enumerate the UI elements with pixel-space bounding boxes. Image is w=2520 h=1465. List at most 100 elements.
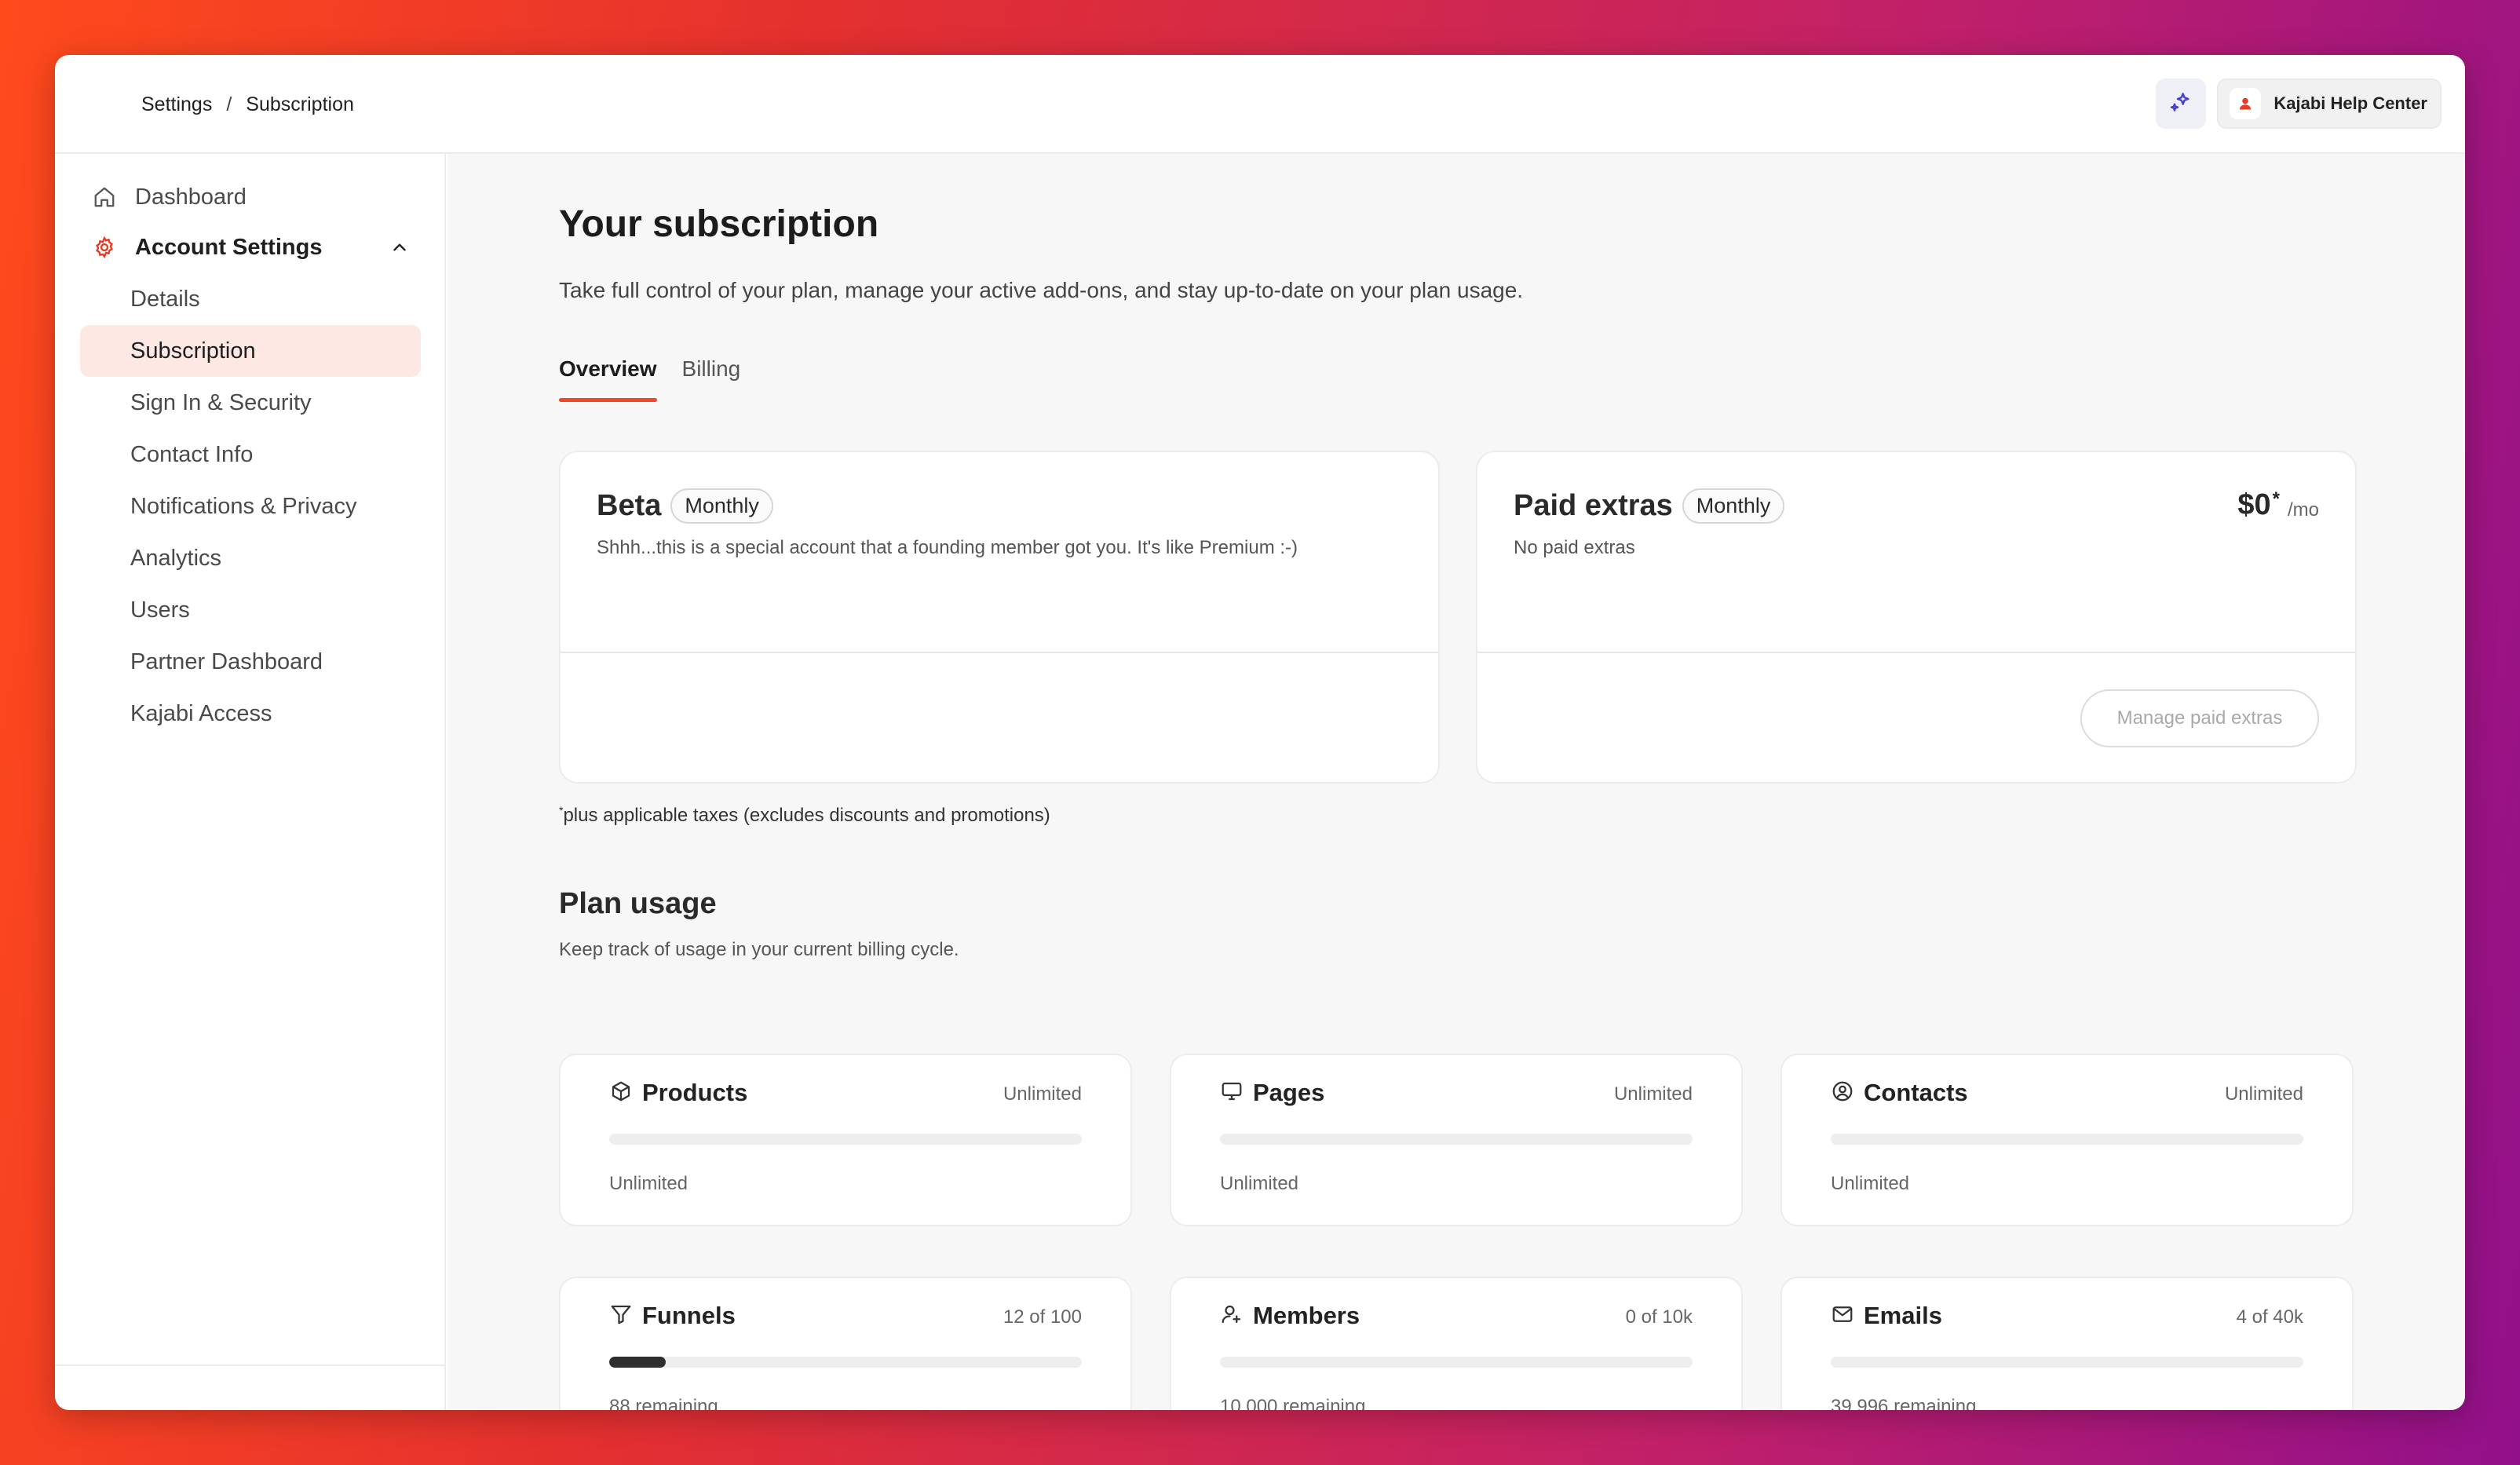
sidebar-item-account-settings[interactable]: Account Settings: [80, 221, 421, 273]
usage-card-header: Funnels: [609, 1302, 736, 1330]
usage-card-pages: Pages Unlimited Unlimited: [1170, 1054, 1743, 1226]
plan-usage-subtitle: Keep track of usage in your current bill…: [559, 939, 959, 960]
manage-paid-extras-button[interactable]: Manage paid extras: [2080, 689, 2319, 747]
member-icon: [1220, 1302, 1244, 1330]
extras-description: No paid extras: [1514, 537, 1635, 558]
usage-card-header: Products: [609, 1079, 747, 1107]
billing-cycle-badge: Monthly: [670, 488, 773, 524]
sidebar-item-label: Dashboard: [135, 184, 247, 210]
sidebar-item-subscription[interactable]: Subscription: [80, 325, 421, 377]
sidebar-item-details[interactable]: Details: [80, 273, 421, 325]
usage-name: Emails: [1864, 1302, 1942, 1329]
sidebar-item-kajabi-access[interactable]: Kajabi Access: [80, 688, 421, 740]
footnote-text: plus applicable taxes (excludes discount…: [563, 805, 1050, 826]
home-icon: [93, 185, 124, 209]
usage-progress-bar: [1831, 1357, 2303, 1368]
topbar-actions: Kajabi Help Center: [2156, 79, 2441, 129]
sidebar: Dashboard Account Settings Details Subsc…: [55, 154, 446, 1410]
usage-card-products: Products Unlimited Unlimited: [559, 1054, 1132, 1226]
sidebar-item-partner-dashboard[interactable]: Partner Dashboard: [80, 636, 421, 688]
sidebar-item-label: Contact Info: [130, 441, 254, 467]
usage-name: Funnels: [642, 1302, 736, 1329]
box-icon: [609, 1080, 633, 1107]
mail-icon: [1831, 1302, 1854, 1330]
tab-billing[interactable]: Billing: [682, 356, 741, 402]
filter-icon: [609, 1302, 633, 1330]
tab-bar: Overview Billing: [559, 356, 740, 402]
usage-progress-bar: [1220, 1357, 1693, 1368]
sidebar-item-label: Notifications & Privacy: [130, 493, 357, 519]
usage-limit: 12 of 100: [1003, 1306, 1082, 1328]
monitor-icon: [1220, 1080, 1244, 1107]
price-period: /mo: [2287, 499, 2319, 521]
sidebar-item-label: Sign In & Security: [130, 389, 312, 415]
plan-header: Beta Monthly: [597, 488, 773, 524]
user-circle-icon: [1831, 1080, 1854, 1107]
usage-progress-fill: [609, 1357, 667, 1368]
person-icon: [2230, 88, 2262, 119]
sidebar-divider: [55, 1365, 444, 1366]
top-bar: Settings / Subscription Kajabi Help Cent…: [55, 55, 2465, 154]
card-divider: [1477, 652, 2355, 653]
usage-remaining: 88 remaining: [609, 1396, 718, 1410]
usage-name: Products: [642, 1079, 748, 1106]
breadcrumb-current: Subscription: [246, 93, 354, 115]
usage-progress-bar: [1220, 1134, 1693, 1145]
usage-name: Members: [1253, 1302, 1360, 1329]
plan-usage-title: Plan usage: [559, 887, 717, 920]
breadcrumb-settings[interactable]: Settings: [141, 93, 212, 116]
sidebar-item-label: Details: [130, 286, 200, 312]
sidebar-item-dashboard[interactable]: Dashboard: [80, 171, 421, 223]
help-center-button[interactable]: Kajabi Help Center: [2217, 79, 2441, 129]
paid-extras-card: Paid extras Monthly $0 * /mo No paid ext…: [1476, 451, 2357, 784]
ai-assistant-button[interactable]: [2156, 79, 2207, 129]
extras-price: $0 * /mo: [2237, 488, 2319, 522]
main-content: Your subscription Take full control of y…: [447, 154, 2465, 1410]
price-footnote-mark: *: [2272, 488, 2280, 510]
extras-header: Paid extras Monthly: [1514, 488, 1785, 524]
sidebar-item-label: Subscription: [130, 338, 256, 364]
usage-card-emails: Emails 4 of 40k 39,996 remaining: [1780, 1277, 2354, 1410]
sidebar-item-label: Analytics: [130, 545, 222, 571]
plan-card: Beta Monthly Shhh...this is a special ac…: [559, 451, 1440, 784]
usage-limit: 4 of 40k: [2236, 1306, 2303, 1328]
page-subtitle: Take full control of your plan, manage y…: [559, 278, 1524, 302]
page-title: Your subscription: [559, 203, 879, 245]
usage-card-header: Members: [1220, 1302, 1360, 1330]
card-divider: [561, 652, 1438, 653]
sidebar-item-notifications-privacy[interactable]: Notifications & Privacy: [80, 480, 421, 532]
tab-overview[interactable]: Overview: [559, 356, 657, 402]
sidebar-item-analytics[interactable]: Analytics: [80, 532, 421, 584]
help-center-label: Kajabi Help Center: [2273, 93, 2427, 113]
usage-remaining: Unlimited: [609, 1173, 688, 1194]
breadcrumb: Settings / Subscription: [141, 55, 354, 154]
price-amount: $0: [2237, 488, 2271, 521]
usage-remaining: 39,996 remaining: [1831, 1396, 1977, 1410]
sidebar-item-contact-info[interactable]: Contact Info: [80, 429, 421, 480]
sidebar-item-label: Partner Dashboard: [130, 648, 323, 674]
usage-card-funnels: Funnels 12 of 100 88 remaining: [559, 1277, 1132, 1410]
usage-remaining: Unlimited: [1831, 1173, 1910, 1194]
usage-progress-bar: [1831, 1134, 2303, 1145]
tax-footnote: *plus applicable taxes (excludes discoun…: [559, 804, 1050, 827]
sparkle-icon: [2168, 90, 2193, 119]
gear-icon: [93, 236, 124, 259]
usage-progress-bar: [609, 1134, 1082, 1145]
usage-limit: 0 of 10k: [1625, 1306, 1693, 1328]
usage-limit: Unlimited: [1613, 1083, 1693, 1105]
usage-card-members: Members 0 of 10k 10,000 remaining: [1170, 1277, 1743, 1410]
sidebar-item-sign-in-security[interactable]: Sign In & Security: [80, 377, 421, 429]
app-window: Settings / Subscription Kajabi Help Cent…: [55, 55, 2465, 1410]
usage-name: Pages: [1253, 1079, 1325, 1106]
usage-limit: Unlimited: [2224, 1083, 2303, 1105]
usage-card-header: Pages: [1220, 1079, 1324, 1107]
usage-card-header: Contacts: [1831, 1079, 1968, 1107]
usage-name: Contacts: [1864, 1079, 1968, 1106]
plan-name: Beta: [597, 489, 662, 522]
chevron-up-icon[interactable]: [389, 237, 410, 264]
sidebar-item-users[interactable]: Users: [80, 584, 421, 636]
extras-name: Paid extras: [1514, 489, 1673, 522]
usage-limit: Unlimited: [1003, 1083, 1082, 1105]
plan-description: Shhh...this is a special account that a …: [597, 537, 1298, 558]
usage-remaining: Unlimited: [1220, 1173, 1299, 1194]
